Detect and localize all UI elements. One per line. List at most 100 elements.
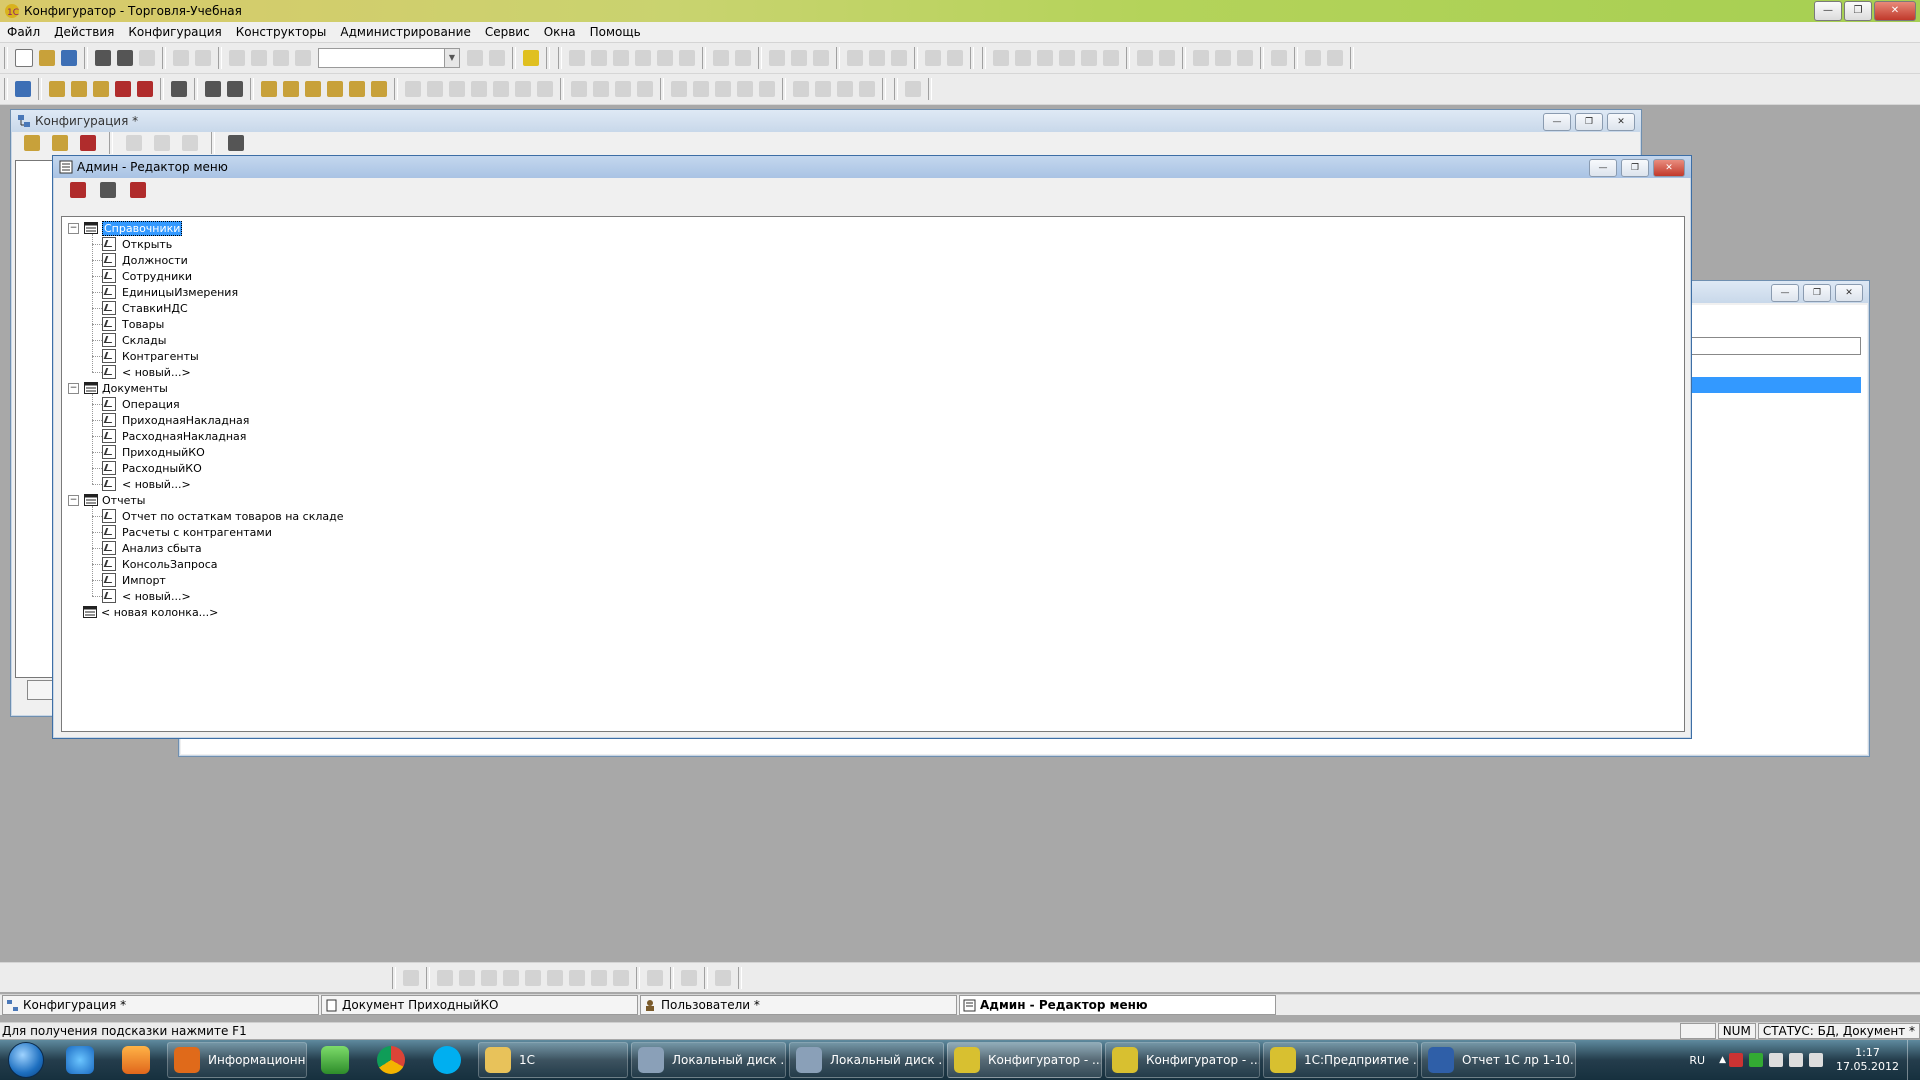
minimize-button[interactable]: — xyxy=(1543,113,1571,131)
edit-object-icon[interactable] xyxy=(52,135,68,151)
window-tab-document[interactable]: Документ ПриходныйКО xyxy=(321,995,638,1015)
menu-tree-item[interactable]: Отчет по остаткам товаров на складе xyxy=(102,508,344,524)
snap-icon[interactable] xyxy=(1305,50,1321,66)
space-horizontal-icon[interactable] xyxy=(1193,50,1209,66)
text-control-icon[interactable] xyxy=(569,969,585,986)
users-input-field[interactable] xyxy=(1689,337,1861,355)
minimize-button[interactable]: — xyxy=(1589,159,1617,177)
config-tree-icon[interactable] xyxy=(15,81,31,97)
text-tool-icon[interactable] xyxy=(613,50,629,66)
pinned-chrome[interactable] xyxy=(363,1041,419,1079)
save-icon[interactable] xyxy=(61,50,77,66)
insert-table-icon[interactable] xyxy=(537,81,553,97)
indent-icon[interactable] xyxy=(671,81,687,97)
users-icon[interactable] xyxy=(171,81,187,97)
ole-control-icon[interactable] xyxy=(681,969,697,986)
rights-icon[interactable] xyxy=(227,81,243,97)
task-configurator-2[interactable]: Конфигуратор - ... xyxy=(1105,1042,1260,1078)
textbox-control-icon[interactable] xyxy=(547,969,563,986)
same-width-icon[interactable] xyxy=(1137,50,1153,66)
properties-icon[interactable] xyxy=(229,50,245,66)
bookmark-next-icon[interactable] xyxy=(815,81,831,97)
menu-editor-titlebar[interactable]: Админ - Редактор меню — ❐ ✕ xyxy=(53,156,1691,178)
find-next-icon[interactable] xyxy=(467,50,483,66)
show-grid-icon[interactable] xyxy=(1271,50,1287,66)
center-horizontal-icon[interactable] xyxy=(1081,50,1097,66)
debug-icon[interactable] xyxy=(137,81,153,97)
delete-object-icon[interactable] xyxy=(80,135,96,151)
menu-tree-item[interactable]: КонсольЗапроса xyxy=(102,556,218,572)
menu-tree-item[interactable]: Расчеты с контрагентами xyxy=(102,524,272,540)
menu-windows[interactable]: Окна xyxy=(537,25,583,39)
menu-tree-item[interactable]: Сотрудники xyxy=(102,268,192,284)
collapse-icon[interactable]: − xyxy=(68,222,79,234)
pinned-skype[interactable] xyxy=(419,1041,475,1079)
restore-button[interactable]: ❐ xyxy=(1803,284,1831,302)
radio-control-icon[interactable] xyxy=(481,969,497,986)
menu-tree-item[interactable]: Импорт xyxy=(102,572,166,588)
move-up-icon[interactable] xyxy=(154,135,170,151)
move-down-icon[interactable] xyxy=(126,135,142,151)
bookmark-icon[interactable] xyxy=(793,81,809,97)
layers-icon[interactable] xyxy=(1327,50,1343,66)
picture-tool-icon[interactable] xyxy=(635,50,651,66)
menu-tree-item[interactable]: Анализ сбыта xyxy=(102,540,202,556)
menu-actions[interactable]: Действия xyxy=(47,25,121,39)
menu-tree-item[interactable]: СтавкиНДС xyxy=(102,300,188,316)
close-button[interactable]: ✕ xyxy=(1653,159,1685,177)
menu-tree-item[interactable]: < новый...> xyxy=(102,364,191,380)
merge-config-icon[interactable] xyxy=(93,81,109,97)
comment-icon[interactable] xyxy=(715,81,731,97)
button-control-icon[interactable] xyxy=(437,969,453,986)
format-icon[interactable] xyxy=(759,81,775,97)
center-vertical-icon[interactable] xyxy=(1103,50,1119,66)
bracket-left-icon[interactable] xyxy=(769,50,785,66)
menu-configuration[interactable]: Конфигурация xyxy=(121,25,228,39)
menu-tree-item[interactable]: Должности xyxy=(102,252,188,268)
fill-tool-icon[interactable] xyxy=(657,50,673,66)
table-icon[interactable] xyxy=(735,50,751,66)
test-menu-icon[interactable] xyxy=(130,182,146,198)
collapse-icon[interactable]: − xyxy=(68,494,79,506)
close-button[interactable]: ✕ xyxy=(1835,284,1863,302)
menu-tree-item[interactable]: РасходныйКО xyxy=(102,460,202,476)
printer-icon[interactable] xyxy=(1769,1053,1784,1067)
tab-order-icon[interactable] xyxy=(925,50,941,66)
redo-icon[interactable] xyxy=(273,50,289,66)
table-control-icon[interactable] xyxy=(613,969,629,986)
chevron-down-icon[interactable]: ▼ xyxy=(444,49,459,67)
help-icon[interactable] xyxy=(523,50,539,66)
tray-expand-icon[interactable]: ▲ xyxy=(1719,1055,1726,1065)
menu-service[interactable]: Сервис xyxy=(478,25,537,39)
menu-tree[interactable]: − Справочники Открыть Должности Сотрудники Ед… xyxy=(61,216,1685,732)
menu-tree-item[interactable]: < новый...> xyxy=(102,588,191,604)
new-file-icon[interactable] xyxy=(15,49,33,67)
uncomment-icon[interactable] xyxy=(737,81,753,97)
volume-icon[interactable] xyxy=(1809,1053,1824,1067)
menu-tree-item[interactable]: Товары xyxy=(102,316,164,332)
wizard-query-icon[interactable] xyxy=(371,81,387,97)
insert-button-icon[interactable] xyxy=(449,81,465,97)
rectangle-tool-icon[interactable] xyxy=(591,50,607,66)
antivirus-icon[interactable] xyxy=(1729,1053,1744,1067)
task-word-report[interactable]: Отчет 1С лр 1-10... xyxy=(1421,1042,1576,1078)
minimize-button[interactable]: — xyxy=(1771,284,1799,302)
align-bottom-icon[interactable] xyxy=(1059,50,1075,66)
network-icon[interactable] xyxy=(1789,1053,1804,1067)
menu-tree-item[interactable]: РасходнаяНакладная xyxy=(102,428,246,444)
label-control-icon[interactable] xyxy=(525,969,541,986)
menu-help[interactable]: Помощь xyxy=(583,25,648,39)
restore-button[interactable]: ❐ xyxy=(1575,113,1603,131)
stop-icon[interactable] xyxy=(115,81,131,97)
insert-object-icon[interactable] xyxy=(405,81,421,97)
space-vertical-icon[interactable] xyxy=(1215,50,1231,66)
menu-tree-item[interactable]: Контрагенты xyxy=(102,348,199,364)
menu-file[interactable]: Файл xyxy=(0,25,47,39)
menu-tree-group[interactable]: − Справочники xyxy=(68,220,183,236)
wizard-print-icon[interactable] xyxy=(349,81,365,97)
menu-tree-item[interactable]: ПриходнаяНакладная xyxy=(102,412,249,428)
step-icon[interactable] xyxy=(637,81,653,97)
find-icon[interactable] xyxy=(295,50,311,66)
print-icon[interactable] xyxy=(173,50,189,66)
interfaces-icon[interactable] xyxy=(205,81,221,97)
